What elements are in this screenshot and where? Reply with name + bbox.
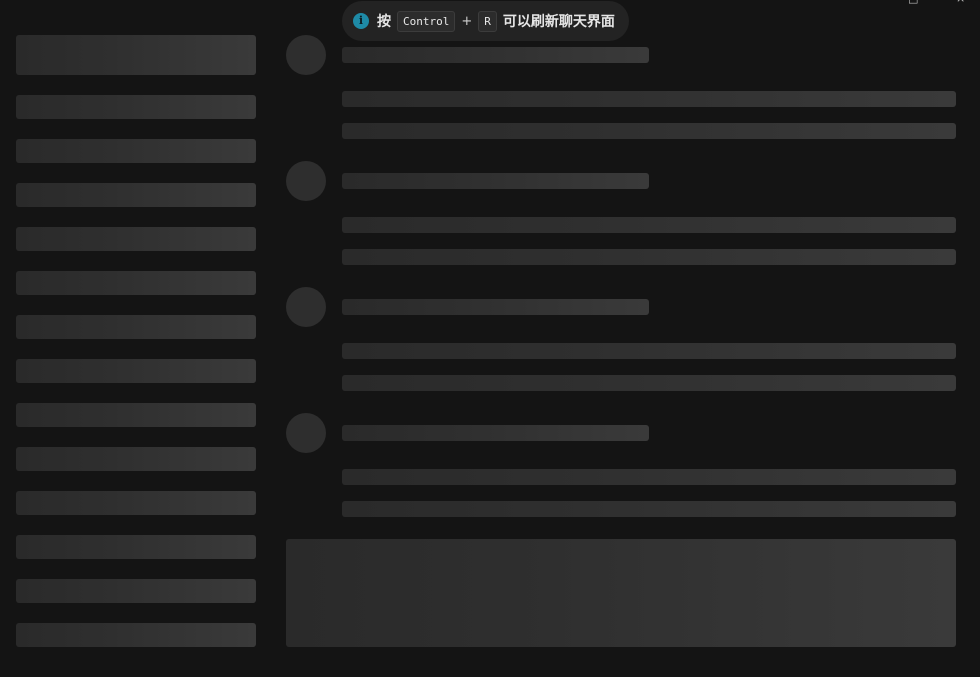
message-line-placeholder <box>342 469 956 485</box>
control-key: Control <box>397 10 456 32</box>
message-line-placeholder <box>342 91 956 107</box>
avatar-placeholder <box>286 161 326 201</box>
sidebar-item-placeholder <box>16 359 256 383</box>
avatar-placeholder <box>286 287 326 327</box>
sidebar-item-placeholder <box>16 535 256 559</box>
sidebar-item-placeholder <box>16 579 256 603</box>
close-icon[interactable]: × <box>956 0 968 4</box>
sidebar-item-placeholder <box>16 139 256 163</box>
sidebar-item-placeholder <box>16 271 256 295</box>
message-name-placeholder <box>342 173 649 189</box>
message-name-placeholder <box>342 425 649 441</box>
info-icon: i <box>353 13 369 29</box>
sidebar-item-placeholder <box>16 403 256 427</box>
message-line-placeholder <box>342 217 956 233</box>
avatar-placeholder <box>286 413 326 453</box>
sidebar-item-placeholder <box>16 183 256 207</box>
message-line-placeholder <box>342 343 956 359</box>
chat-app-loading: □ × <box>0 0 980 677</box>
r-key: R <box>478 10 497 32</box>
sidebar-header-placeholder <box>16 35 256 75</box>
hint-prefix: 按 <box>377 14 391 30</box>
refresh-hint-toast: i 按 Control + R 可以刷新聊天界面 <box>342 1 629 41</box>
message-line-placeholder <box>342 375 956 391</box>
sidebar-item-placeholder <box>16 491 256 515</box>
message-name-placeholder <box>342 47 649 63</box>
message-line-placeholder <box>342 501 956 517</box>
plus-sign: + <box>461 13 473 29</box>
sidebar-item-placeholder <box>16 227 256 251</box>
message-line-placeholder <box>342 123 956 139</box>
sidebar-item-placeholder <box>16 315 256 339</box>
message-name-placeholder <box>342 299 649 315</box>
message-line-placeholder <box>342 249 956 265</box>
sidebar-item-placeholder <box>16 95 256 119</box>
restore-icon[interactable]: □ <box>908 0 920 4</box>
composer-placeholder <box>286 539 956 647</box>
avatar-placeholder <box>286 35 326 75</box>
sidebar-item-placeholder <box>16 447 256 471</box>
hint-suffix: 可以刷新聊天界面 <box>502 14 615 30</box>
sidebar-item-placeholder <box>16 623 256 647</box>
